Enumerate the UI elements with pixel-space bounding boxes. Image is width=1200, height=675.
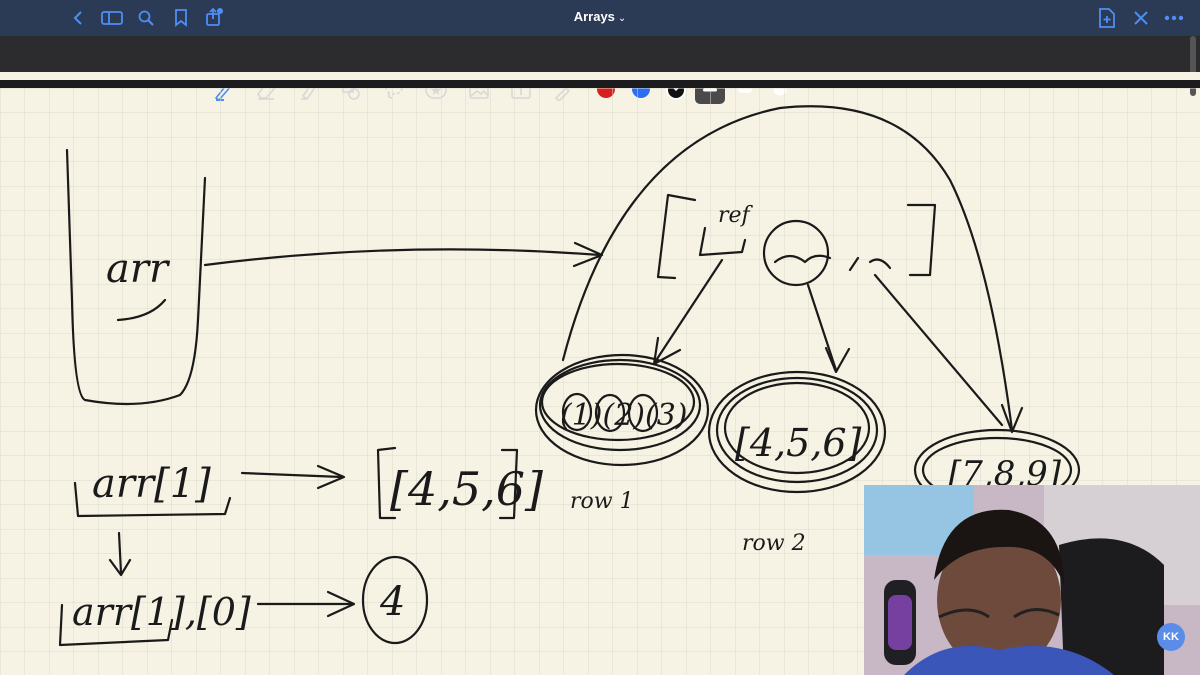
expr1-text: arr[1] bbox=[92, 461, 211, 507]
share-icon[interactable] bbox=[203, 6, 225, 28]
ref-label: ref bbox=[718, 203, 754, 228]
top-bar: Arrays ⌄ bbox=[0, 0, 1200, 36]
box-label: arr bbox=[106, 246, 171, 292]
back-icon[interactable] bbox=[68, 8, 88, 28]
webcam-overlay: KK bbox=[864, 485, 1200, 675]
result2-text: 4 bbox=[379, 579, 405, 625]
search-icon[interactable] bbox=[136, 8, 156, 28]
chevron-down-icon: ⌄ bbox=[617, 13, 627, 24]
result1-text: [4,5,6] bbox=[390, 462, 543, 516]
close-icon[interactable] bbox=[1130, 7, 1152, 29]
microphone-glow bbox=[888, 595, 912, 650]
bookmark-icon[interactable] bbox=[171, 8, 191, 28]
sidebar-icon[interactable] bbox=[100, 8, 124, 28]
channel-badge: KK bbox=[1157, 623, 1185, 651]
drawing-toolbar bbox=[0, 36, 1200, 104]
expr2-text: arr[1],[0] bbox=[72, 590, 251, 634]
row1-values: (1)(2)(3) bbox=[560, 398, 688, 433]
page-separator bbox=[0, 80, 1200, 88]
new-page-icon[interactable] bbox=[1096, 7, 1118, 29]
document-title[interactable]: Arrays ⌄ bbox=[540, 9, 660, 24]
row2-label: row 2 bbox=[742, 531, 806, 556]
more-icon[interactable] bbox=[1162, 7, 1186, 29]
row1-label: row 1 bbox=[570, 489, 634, 514]
row2-values: [4,5,6] bbox=[735, 421, 862, 465]
document-title-text: Arrays bbox=[573, 9, 615, 24]
